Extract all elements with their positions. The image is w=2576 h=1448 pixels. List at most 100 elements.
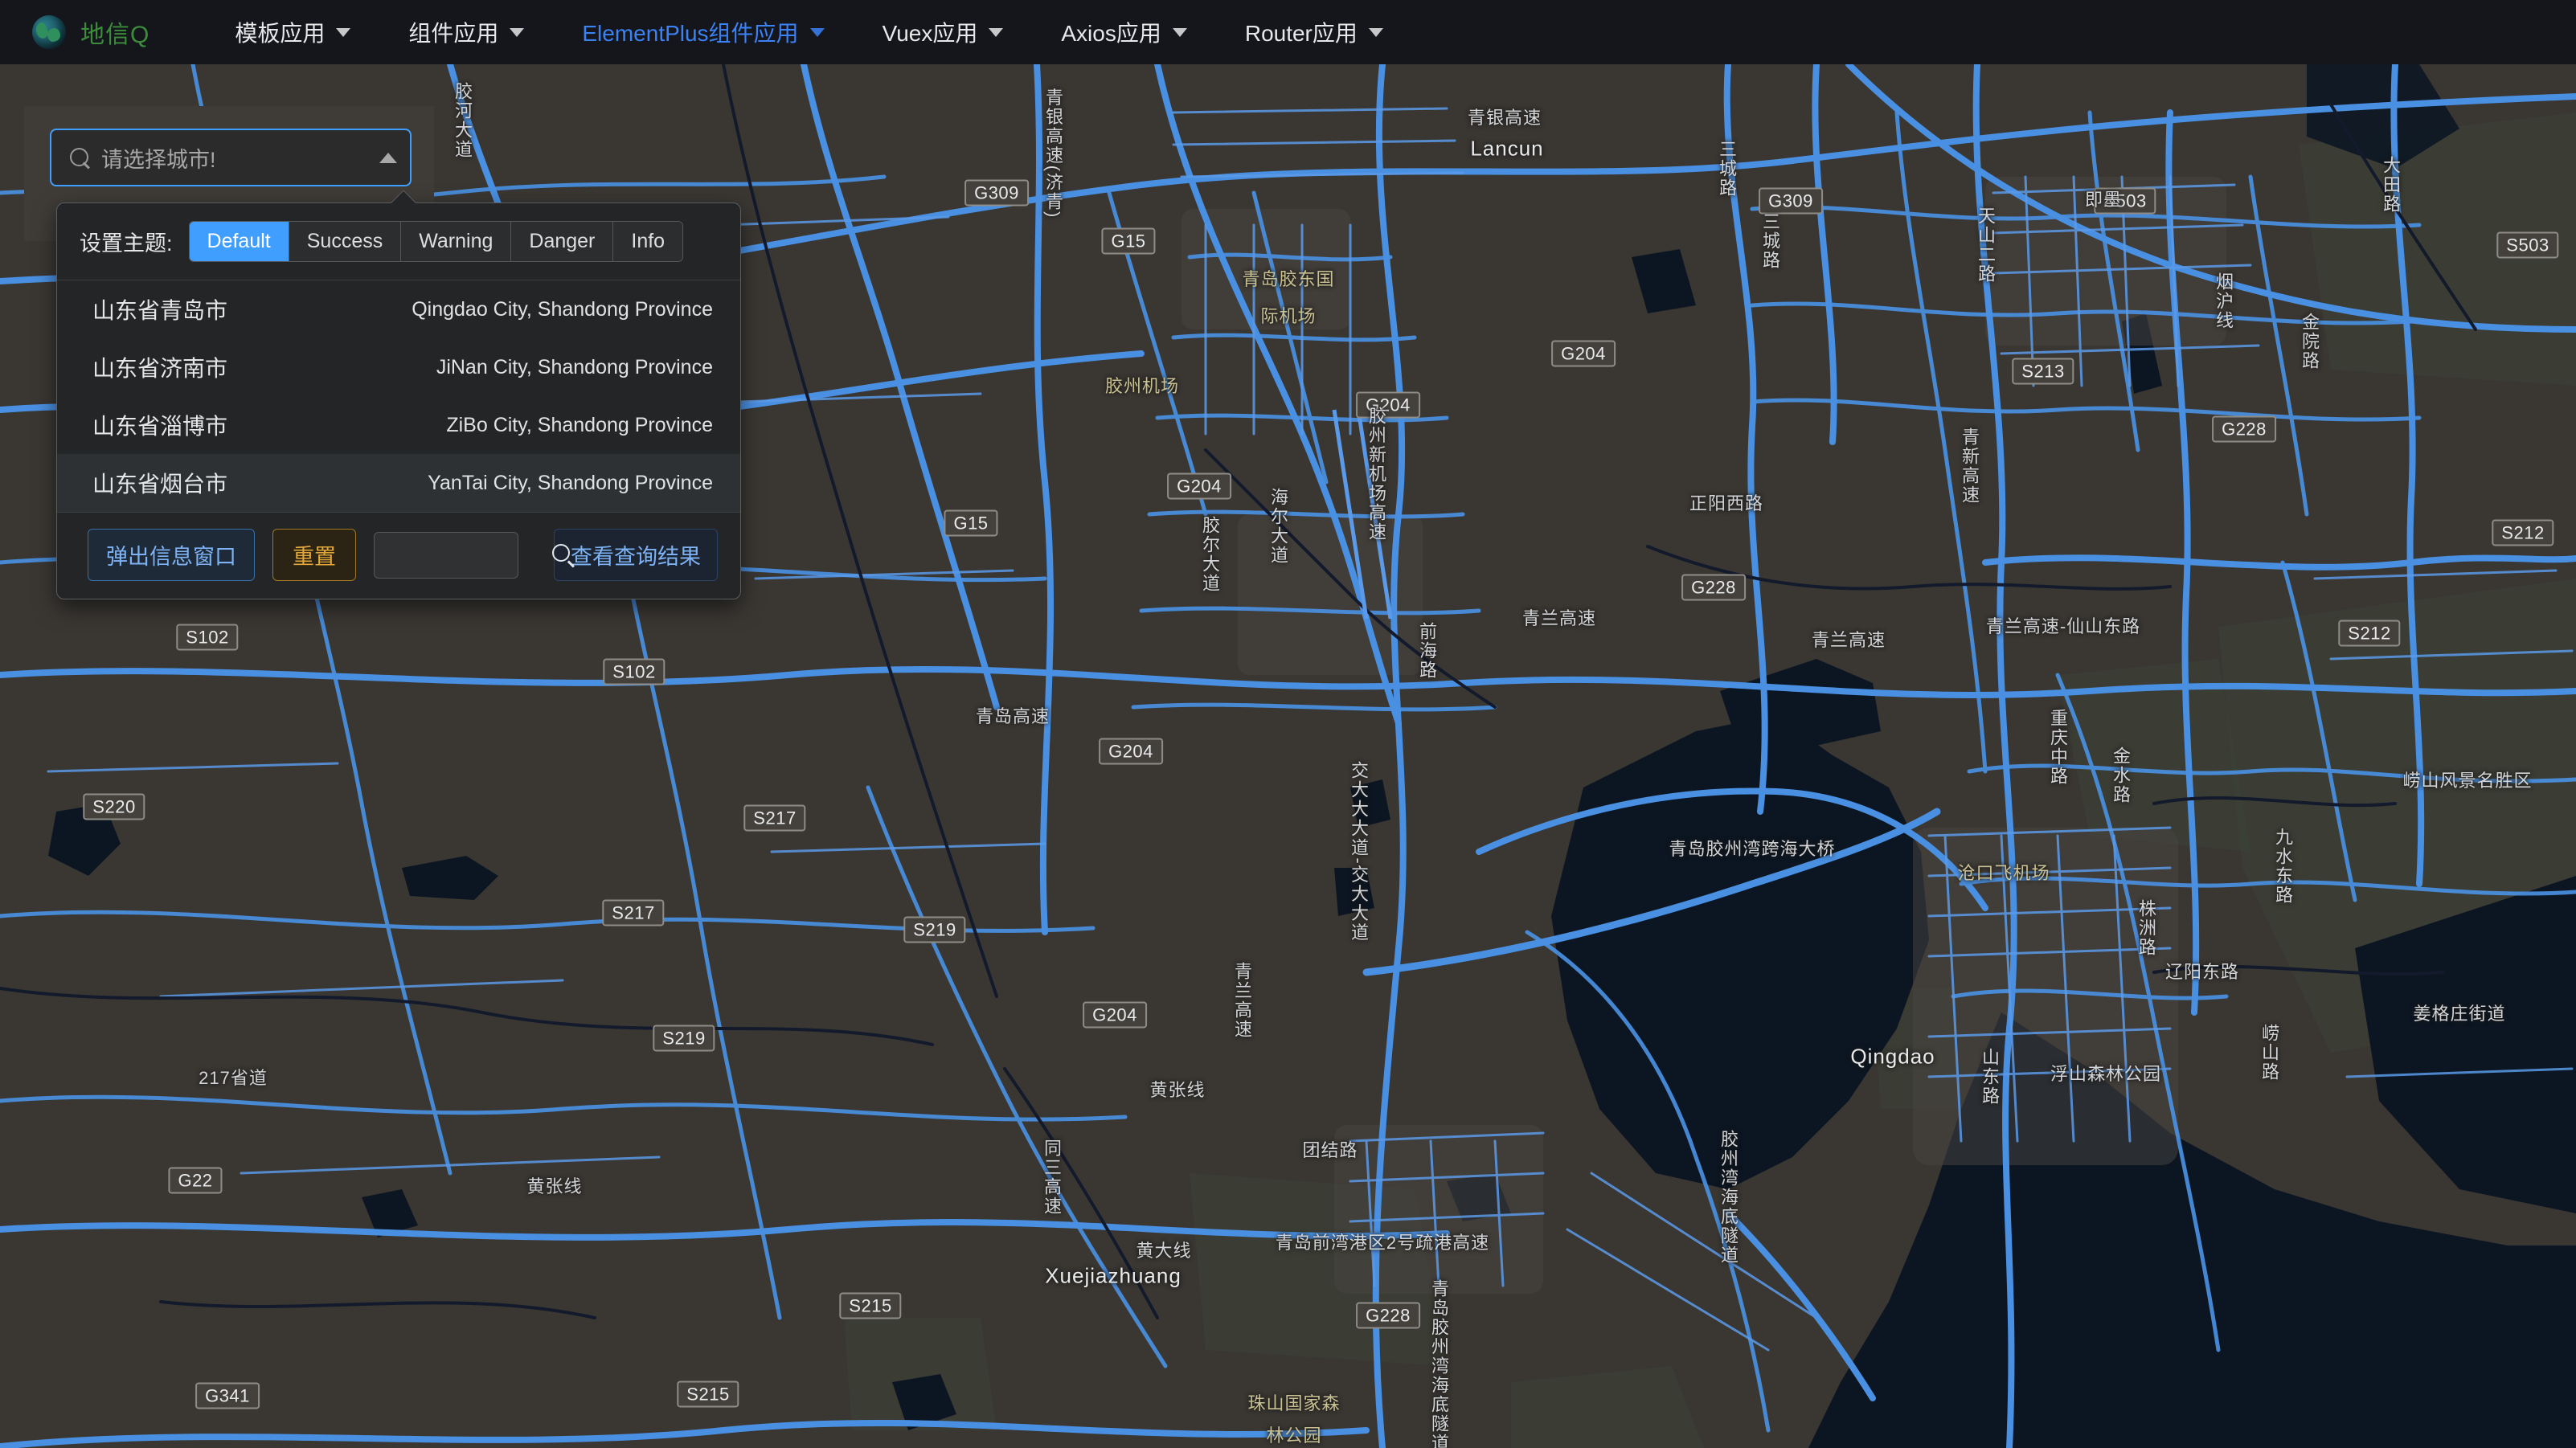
chevron-down-icon xyxy=(989,27,1004,37)
app-root: 地信Q 模板应用 组件应用 ElementPlus组件应用 Vuex应用 Axi… xyxy=(0,0,2576,1448)
map-label: 黄张线 xyxy=(1149,1080,1206,1100)
highway-shield: S219 xyxy=(653,1025,715,1052)
top-navbar: 地信Q 模板应用 组件应用 ElementPlus组件应用 Vuex应用 Axi… xyxy=(0,0,2576,64)
map-label: 姜格庄街道 xyxy=(2413,1004,2506,1024)
city-option-list: 山东省青岛市 Qingdao City, Shandong Province 山… xyxy=(57,280,740,512)
nav-item-axios[interactable]: Axios应用 xyxy=(1032,0,1215,64)
map-label: 重庆中路 xyxy=(2048,709,2068,786)
map-label: 青兰高速 xyxy=(1232,962,1252,1039)
highway-shield: S102 xyxy=(176,624,239,651)
highway-shield: S220 xyxy=(83,793,145,820)
map-label: 217省道 xyxy=(199,1068,268,1088)
highway-shield: G15 xyxy=(944,509,998,537)
city-select-placeholder: 请选择城市! xyxy=(101,147,216,172)
chevron-up-icon[interactable] xyxy=(379,152,397,163)
theme-radio-group: Default Success Warning Danger Info xyxy=(188,221,684,262)
theme-option-success[interactable]: Success xyxy=(289,222,402,261)
nav-label: 模板应用 xyxy=(235,21,326,46)
theme-option-default[interactable]: Default xyxy=(189,222,289,261)
map-label: 浮山森林公园 xyxy=(2050,1064,2162,1084)
map-label: 胶州机场 xyxy=(1104,376,1180,396)
theme-option-danger[interactable]: Danger xyxy=(511,222,614,261)
map-label: 三城路 xyxy=(1760,212,1780,270)
map-label: 青岛前湾港区2号疏港高速 xyxy=(1275,1233,1490,1253)
nav-menu: 模板应用 组件应用 ElementPlus组件应用 Vuex应用 Axios应用… xyxy=(206,0,1412,64)
highway-shield: S219 xyxy=(903,916,966,943)
highway-shield: S215 xyxy=(839,1292,902,1319)
highway-shield: S212 xyxy=(2492,519,2554,546)
nav-label: Axios应用 xyxy=(1061,21,1161,46)
city-option-qingdao[interactable]: 山东省青岛市 Qingdao City, Shandong Province xyxy=(57,280,740,338)
map-label: 黄张线 xyxy=(526,1176,583,1196)
map-label: Xuejiazhuang xyxy=(1045,1263,1182,1288)
city-name-cn: 山东省烟台市 xyxy=(92,472,228,497)
map-label: 崂山路 xyxy=(2259,1024,2279,1082)
query-input[interactable] xyxy=(374,531,518,579)
city-option-zibo[interactable]: 山东省淄博市 ZiBo City, Shandong Province xyxy=(57,396,740,454)
theme-option-info[interactable]: Info xyxy=(613,222,683,261)
map-label: 天山二路 xyxy=(1976,207,1996,284)
highway-shield: G309 xyxy=(964,179,1029,207)
map-label: 青兰高速 xyxy=(1521,608,1597,628)
nav-item-elementplus[interactable]: ElementPlus组件应用 xyxy=(553,0,853,64)
highway-shield: G228 xyxy=(2212,415,2276,443)
city-dropdown-panel: 设置主题: Default Success Warning Danger Inf… xyxy=(56,190,741,599)
chevron-down-icon xyxy=(1368,27,1383,37)
brand-title: 地信Q xyxy=(80,22,150,48)
nav-item-template[interactable]: 模板应用 xyxy=(206,0,379,64)
map-label: 林公园 xyxy=(1266,1426,1322,1446)
theme-option-warning[interactable]: Warning xyxy=(401,222,512,261)
map-label: 青岛胶州湾海底隧道 xyxy=(1429,1279,1449,1448)
map-label: 金院路 xyxy=(2300,313,2320,370)
highway-shield: G309 xyxy=(1759,187,1823,215)
city-option-yantai[interactable]: 山东省烟台市 YanTai City, Shandong Province xyxy=(57,454,740,512)
city-option-jinan[interactable]: 山东省济南市 JiNan City, Shandong Province xyxy=(57,338,740,396)
nav-item-component[interactable]: 组件应用 xyxy=(379,0,553,64)
map-label: 交大大大道-交大大道 xyxy=(1349,761,1369,943)
map-label: 青银高速 xyxy=(1467,108,1542,128)
search-icon xyxy=(68,145,92,170)
city-name-en: YanTai City, Shandong Province xyxy=(428,471,713,494)
nav-item-vuex[interactable]: Vuex应用 xyxy=(854,0,1033,64)
map-label: 胶州湾海底隧道 xyxy=(1718,1130,1738,1265)
map-label: 青岛高速 xyxy=(975,706,1050,726)
map-label: Lancun xyxy=(1470,136,1544,161)
map-label: 青银高速(济青) xyxy=(1043,88,1063,219)
nav-label: Router应用 xyxy=(1244,21,1358,46)
chevron-down-icon xyxy=(1172,27,1187,37)
map-label: 沧口飞机场 xyxy=(1957,863,2050,883)
map-label: 前海路 xyxy=(1417,622,1437,680)
map-label: 海尔大道 xyxy=(1268,488,1288,565)
map-label: 崂山风景名胜区 xyxy=(2402,771,2533,791)
city-name-cn: 山东省青岛市 xyxy=(92,298,228,323)
highway-shield: G204 xyxy=(1099,738,1163,765)
highway-shield: G204 xyxy=(1551,340,1616,367)
map-label: 辽阳东路 xyxy=(2164,962,2240,982)
search-icon xyxy=(552,543,570,562)
highway-shield: S102 xyxy=(603,658,666,685)
highway-shield: S217 xyxy=(743,804,806,832)
nav-item-router[interactable]: Router应用 xyxy=(1216,0,1412,64)
highway-shield: S213 xyxy=(2012,358,2074,385)
map-label: 烟沪线 xyxy=(2214,272,2234,330)
nav-label: ElementPlus组件应用 xyxy=(582,21,799,46)
city-select-input[interactable]: 请选择城市! xyxy=(50,129,412,186)
map-label: 大田路 xyxy=(2381,156,2401,214)
highway-shield: G204 xyxy=(1083,1001,1147,1029)
chevron-down-icon xyxy=(510,27,525,37)
popup-info-window-button[interactable]: 弹出信息窗口 xyxy=(88,529,255,581)
reset-button[interactable]: 重置 xyxy=(272,529,356,581)
highway-shield: G228 xyxy=(1681,574,1746,601)
city-name-cn: 山东省济南市 xyxy=(92,356,228,381)
map-label: 三城路 xyxy=(1717,140,1737,198)
highway-shield: S215 xyxy=(677,1381,739,1408)
map-label: 珠山国家森 xyxy=(1247,1393,1341,1413)
city-name-en: Qingdao City, Shandong Province xyxy=(412,297,713,321)
view-query-result-button[interactable]: 查看查询结果 xyxy=(554,529,718,581)
globe-icon xyxy=(32,15,66,49)
brand-logo[interactable]: 地信Q xyxy=(32,14,149,50)
map-label: 青新高速 xyxy=(1960,427,1980,505)
map-label: 胶尔大道 xyxy=(1200,516,1220,593)
chevron-down-icon xyxy=(809,27,825,37)
map-label: 青兰高速 xyxy=(1811,630,1886,650)
